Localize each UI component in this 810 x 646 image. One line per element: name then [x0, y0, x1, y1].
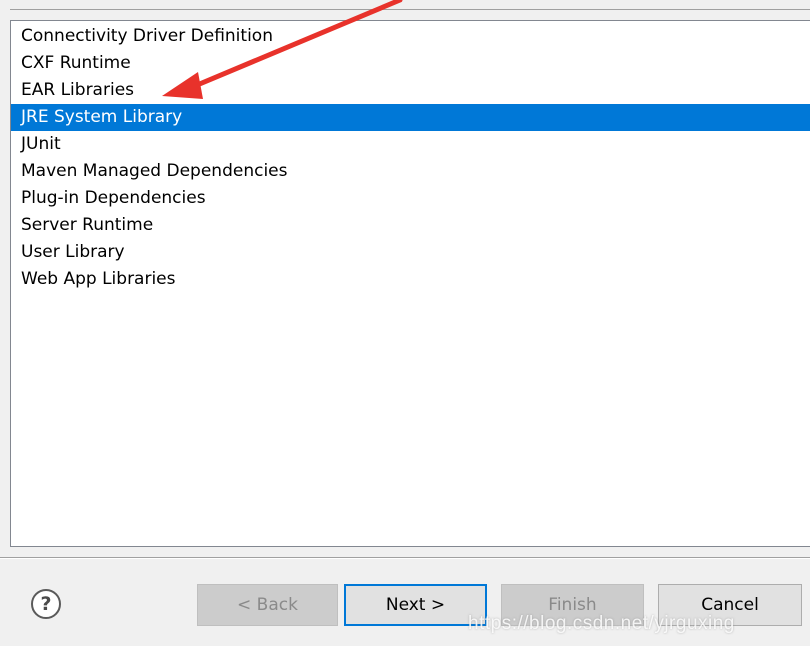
- list-item-connectivity-driver-definition[interactable]: Connectivity Driver Definition: [11, 23, 810, 50]
- top-divider: [10, 9, 810, 10]
- next-button[interactable]: Next >: [344, 584, 487, 626]
- list-item-server-runtime[interactable]: Server Runtime: [11, 212, 810, 239]
- list-item-maven-managed-dependencies[interactable]: Maven Managed Dependencies: [11, 158, 810, 185]
- library-type-list[interactable]: Connectivity Driver Definition CXF Runti…: [10, 20, 810, 547]
- add-library-dialog: Connectivity Driver Definition CXF Runti…: [0, 0, 810, 646]
- list-item-user-library[interactable]: User Library: [11, 239, 810, 266]
- list-item-cxf-runtime[interactable]: CXF Runtime: [11, 50, 810, 77]
- list-item-web-app-libraries[interactable]: Web App Libraries: [11, 266, 810, 293]
- back-button[interactable]: < Back: [197, 584, 338, 626]
- footer-separator: [0, 557, 810, 559]
- dialog-top-edge: [0, 0, 810, 10]
- watermark-text: https://blog.csdn.net/yjrguxing: [468, 613, 735, 634]
- list-item-jre-system-library[interactable]: JRE System Library: [11, 104, 810, 131]
- help-icon[interactable]: ?: [31, 589, 61, 619]
- list-item-junit[interactable]: JUnit: [11, 131, 810, 158]
- list-item-ear-libraries[interactable]: EAR Libraries: [11, 77, 810, 104]
- list-item-plugin-dependencies[interactable]: Plug-in Dependencies: [11, 185, 810, 212]
